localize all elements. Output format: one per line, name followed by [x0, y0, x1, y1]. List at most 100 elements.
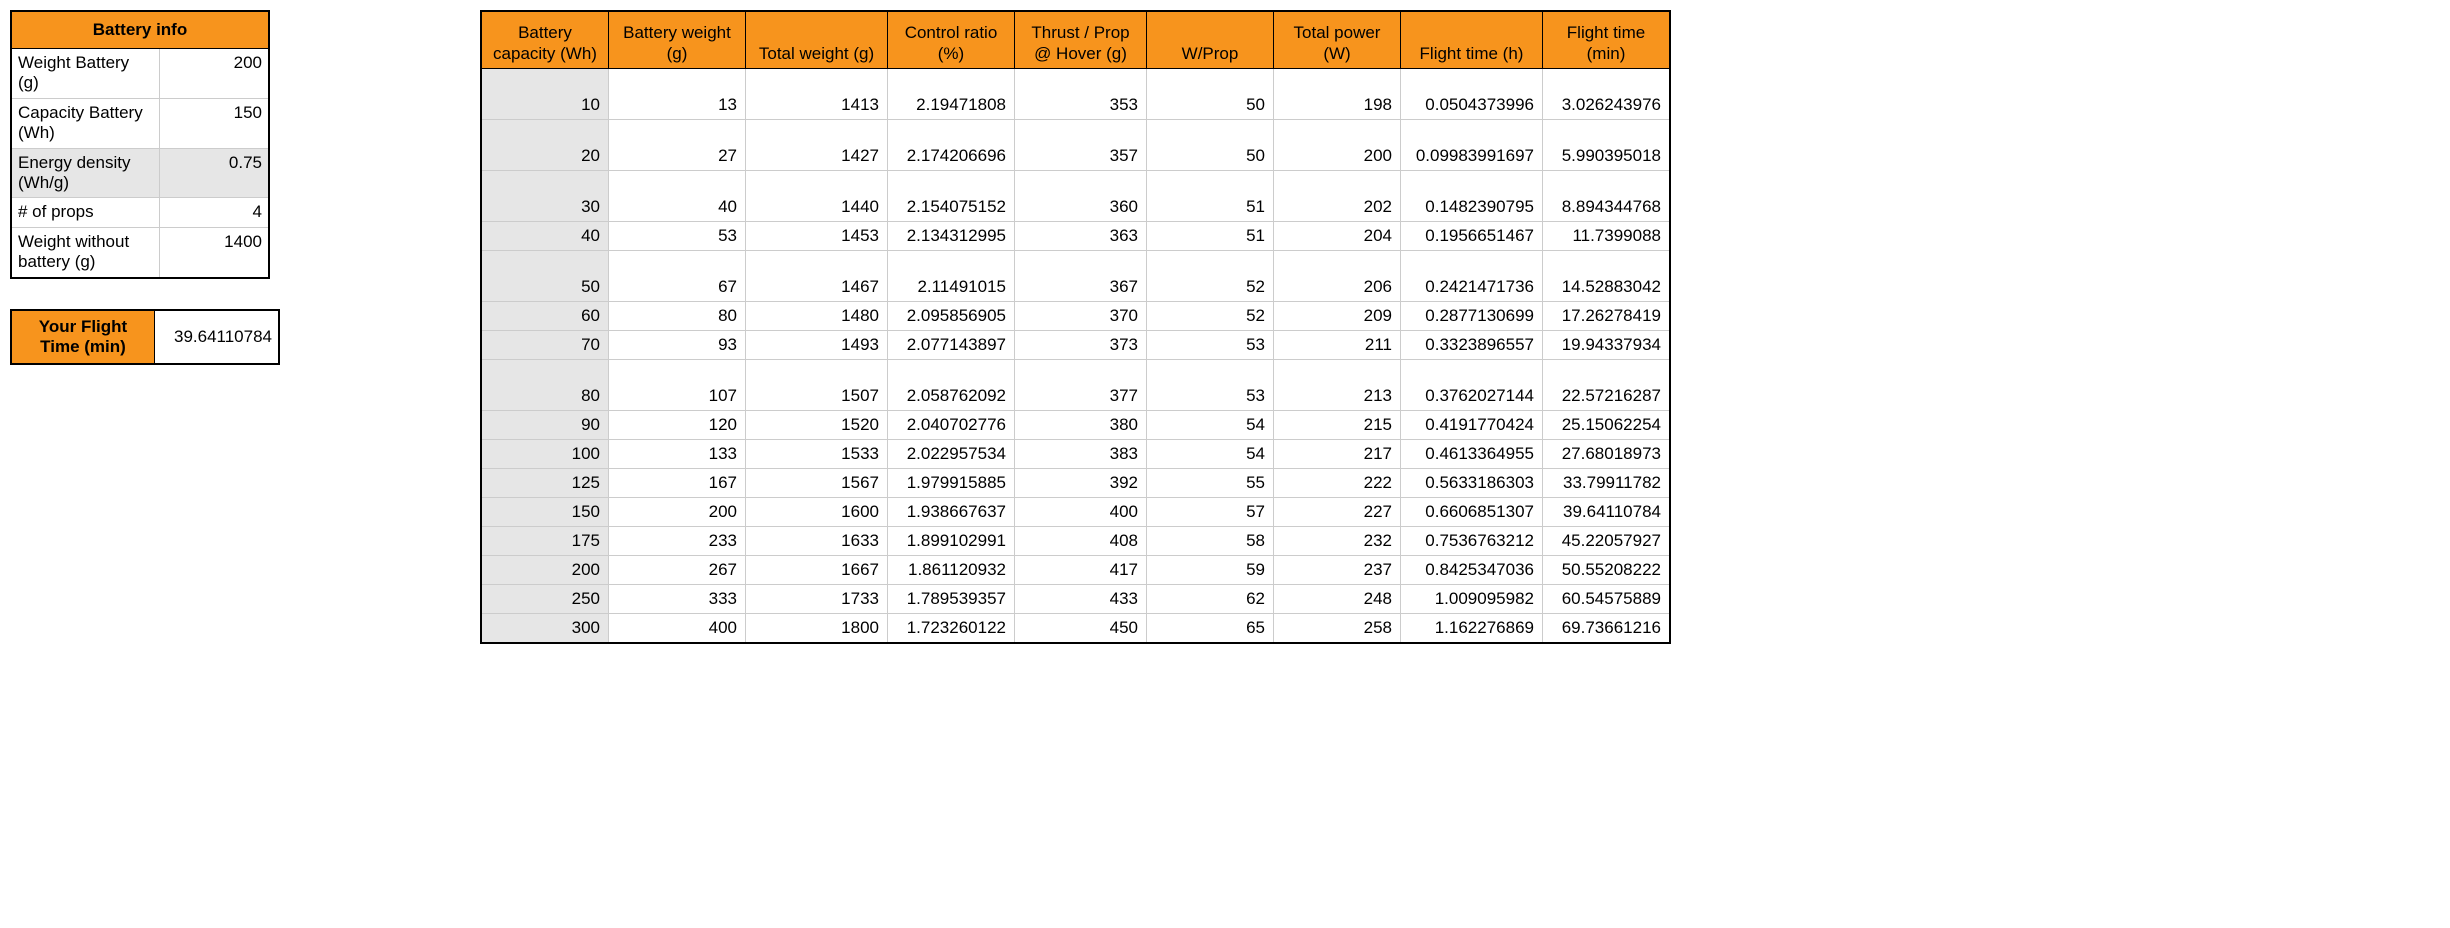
table-cell: 27 [609, 120, 746, 171]
table-cell: 2.077143897 [888, 331, 1015, 360]
table-cell: 1.723260122 [888, 614, 1015, 644]
table-cell: 133 [609, 440, 746, 469]
table-cell: 232 [1274, 527, 1401, 556]
table-cell: 392 [1015, 469, 1147, 498]
table-cell: 211 [1274, 331, 1401, 360]
table-cell: 2.154075152 [888, 171, 1015, 222]
table-cell: 0.3323896557 [1401, 331, 1543, 360]
table-cell: 213 [1274, 360, 1401, 411]
table-cell: 67 [609, 251, 746, 302]
table-cell: 17.26278419 [1543, 302, 1671, 331]
table-cell: 433 [1015, 585, 1147, 614]
table-cell: 0.4191770424 [1401, 411, 1543, 440]
page: Battery info Weight Battery (g)200Capaci… [10, 10, 2440, 644]
table-cell: 1520 [746, 411, 888, 440]
table-cell: 50 [1147, 120, 1274, 171]
table-cell: 120 [609, 411, 746, 440]
table-cell: 90 [481, 411, 609, 440]
table-cell: 357 [1015, 120, 1147, 171]
table-cell: 53 [609, 222, 746, 251]
info-value: 4 [160, 198, 270, 227]
table-cell: 55 [1147, 469, 1274, 498]
table-cell: 2.040702776 [888, 411, 1015, 440]
table-cell: 0.4613364955 [1401, 440, 1543, 469]
table-cell: 150 [481, 498, 609, 527]
table-row: 12516715671.979915885392552220.563318630… [481, 469, 1670, 498]
info-value: 1400 [160, 227, 270, 277]
battery-info-table: Battery info Weight Battery (g)200Capaci… [10, 10, 270, 279]
table-row: 9012015202.040702776380542150.4191770424… [481, 411, 1670, 440]
table-cell: 1.162276869 [1401, 614, 1543, 644]
table-cell: 1.861120932 [888, 556, 1015, 585]
info-label: # of props [11, 198, 160, 227]
table-cell: 80 [481, 360, 609, 411]
column-header: W/Prop [1147, 11, 1274, 69]
table-cell: 215 [1274, 411, 1401, 440]
table-cell: 14.52883042 [1543, 251, 1671, 302]
table-row: 10013315332.022957534383542170.461336495… [481, 440, 1670, 469]
column-header: Total weight (g) [746, 11, 888, 69]
table-cell: 383 [1015, 440, 1147, 469]
table-cell: 65 [1147, 614, 1274, 644]
table-cell: 30 [481, 171, 609, 222]
table-row: 709314932.077143897373532110.33238965571… [481, 331, 1670, 360]
table-row: 202714272.174206696357502000.09983991697… [481, 120, 1670, 171]
table-cell: 57 [1147, 498, 1274, 527]
table-cell: 0.2421471736 [1401, 251, 1543, 302]
column-header: Total power (W) [1274, 11, 1401, 69]
info-row: Weight without battery (g)1400 [11, 227, 269, 277]
table-row: 8010715072.058762092377532130.3762027144… [481, 360, 1670, 411]
table-cell: 373 [1015, 331, 1147, 360]
column-header: Flight time (min) [1543, 11, 1671, 69]
table-cell: 237 [1274, 556, 1401, 585]
table-cell: 53 [1147, 360, 1274, 411]
table-cell: 8.894344768 [1543, 171, 1671, 222]
table-cell: 60 [481, 302, 609, 331]
table-cell: 2.19471808 [888, 69, 1015, 120]
table-cell: 107 [609, 360, 746, 411]
table-cell: 267 [609, 556, 746, 585]
table-cell: 0.09983991697 [1401, 120, 1543, 171]
table-cell: 1667 [746, 556, 888, 585]
table-cell: 233 [609, 527, 746, 556]
table-cell: 0.7536763212 [1401, 527, 1543, 556]
table-row: 25033317331.789539357433622481.009095982… [481, 585, 1670, 614]
table-cell: 200 [1274, 120, 1401, 171]
table-row: 506714672.11491015367522060.242147173614… [481, 251, 1670, 302]
table-cell: 80 [609, 302, 746, 331]
table-cell: 0.5633186303 [1401, 469, 1543, 498]
left-column: Battery info Weight Battery (g)200Capaci… [10, 10, 280, 365]
data-table: Battery capacity (Wh)Battery weight (g)T… [480, 10, 1671, 644]
table-cell: 2.174206696 [888, 120, 1015, 171]
table-cell: 0.1956651467 [1401, 222, 1543, 251]
table-cell: 1533 [746, 440, 888, 469]
column-header: Thrust / Prop @ Hover (g) [1015, 11, 1147, 69]
table-cell: 450 [1015, 614, 1147, 644]
table-cell: 50.55208222 [1543, 556, 1671, 585]
table-cell: 1567 [746, 469, 888, 498]
table-cell: 2.058762092 [888, 360, 1015, 411]
info-row: Capacity Battery (Wh)150 [11, 98, 269, 148]
table-cell: 227 [1274, 498, 1401, 527]
table-cell: 125 [481, 469, 609, 498]
table-cell: 1800 [746, 614, 888, 644]
table-cell: 11.7399088 [1543, 222, 1671, 251]
table-cell: 360 [1015, 171, 1147, 222]
table-cell: 59 [1147, 556, 1274, 585]
table-cell: 222 [1274, 469, 1401, 498]
info-value: 150 [160, 98, 270, 148]
info-row: # of props4 [11, 198, 269, 227]
table-cell: 45.22057927 [1543, 527, 1671, 556]
table-cell: 33.79911782 [1543, 469, 1671, 498]
table-cell: 0.3762027144 [1401, 360, 1543, 411]
table-cell: 50 [1147, 69, 1274, 120]
table-cell: 1480 [746, 302, 888, 331]
table-cell: 1427 [746, 120, 888, 171]
table-cell: 202 [1274, 171, 1401, 222]
table-row: 30040018001.723260122450652581.162276869… [481, 614, 1670, 644]
table-cell: 417 [1015, 556, 1147, 585]
table-cell: 353 [1015, 69, 1147, 120]
table-cell: 2.134312995 [888, 222, 1015, 251]
table-cell: 363 [1015, 222, 1147, 251]
table-cell: 60.54575889 [1543, 585, 1671, 614]
